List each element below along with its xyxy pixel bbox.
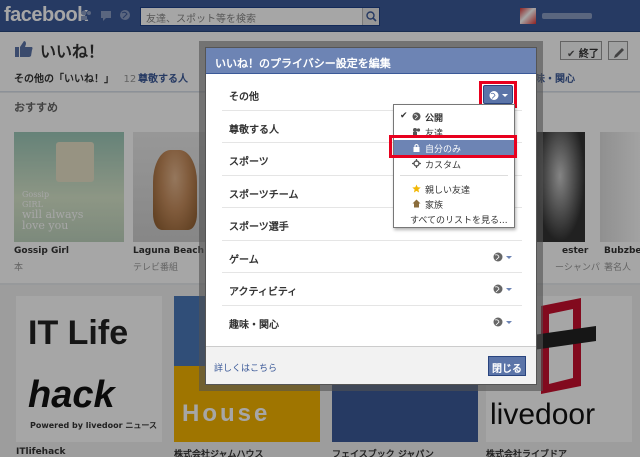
menu-item-custom[interactable]: カスタム (394, 156, 514, 171)
globe-dropdown-icon (493, 317, 512, 326)
row-label: 尊敬する人 (229, 124, 279, 136)
privacy-dropdown-menu: ✔ 公開 友達 自分のみ カスタム 親しい友達 家族 すべてのリストを見る... (393, 104, 515, 228)
menu-item-label: すべてのリストを見る... (410, 216, 508, 226)
row-label: アクティビティ (229, 287, 298, 298)
menu-divider (400, 175, 508, 176)
home-icon (412, 199, 421, 208)
close-button[interactable]: 閉じる (488, 356, 526, 376)
globe-dropdown-icon (493, 284, 512, 294)
menu-item-label: 親しい友達 (425, 186, 471, 196)
highlight-only-me (389, 135, 517, 158)
row-label: ゲーム (229, 254, 259, 266)
menu-item-label: カスタム (425, 161, 462, 171)
menu-item-close-friends[interactable]: 親しい友達 (394, 181, 514, 196)
privacy-row-interests: 趣味・関心 (222, 306, 522, 339)
check-icon: ✔ (400, 111, 408, 121)
row-label: その他 (229, 92, 259, 103)
gear-icon (412, 159, 421, 168)
globe-dropdown-icon (493, 252, 512, 261)
privacy-selector[interactable] (492, 251, 514, 263)
row-label: 趣味・関心 (229, 319, 279, 331)
row-label: スポーツ (229, 157, 269, 168)
row-label: スポーツチーム (229, 189, 299, 201)
row-label: スポーツ選手 (229, 222, 289, 233)
menu-item-label: 公開 (425, 114, 444, 124)
globe-icon (412, 112, 421, 121)
menu-item-public[interactable]: ✔ 公開 (394, 109, 514, 124)
menu-item-label: 家族 (425, 201, 444, 211)
learn-more-link[interactable]: 詳しくはこちら (214, 361, 277, 374)
dialog-title: いいね！のプライバシー設定を編集 (206, 48, 536, 74)
privacy-selector[interactable] (492, 283, 514, 295)
menu-item-family[interactable]: 家族 (394, 196, 514, 211)
privacy-row-games: ゲーム (222, 241, 522, 273)
menu-item-see-all-lists[interactable]: すべてのリストを見る... (394, 211, 514, 226)
privacy-selector[interactable] (492, 316, 514, 328)
privacy-row-activities: アクティビティ (222, 273, 522, 306)
star-icon (412, 184, 421, 193)
dialog-footer: 詳しくはこちら 閉じる (206, 346, 536, 384)
